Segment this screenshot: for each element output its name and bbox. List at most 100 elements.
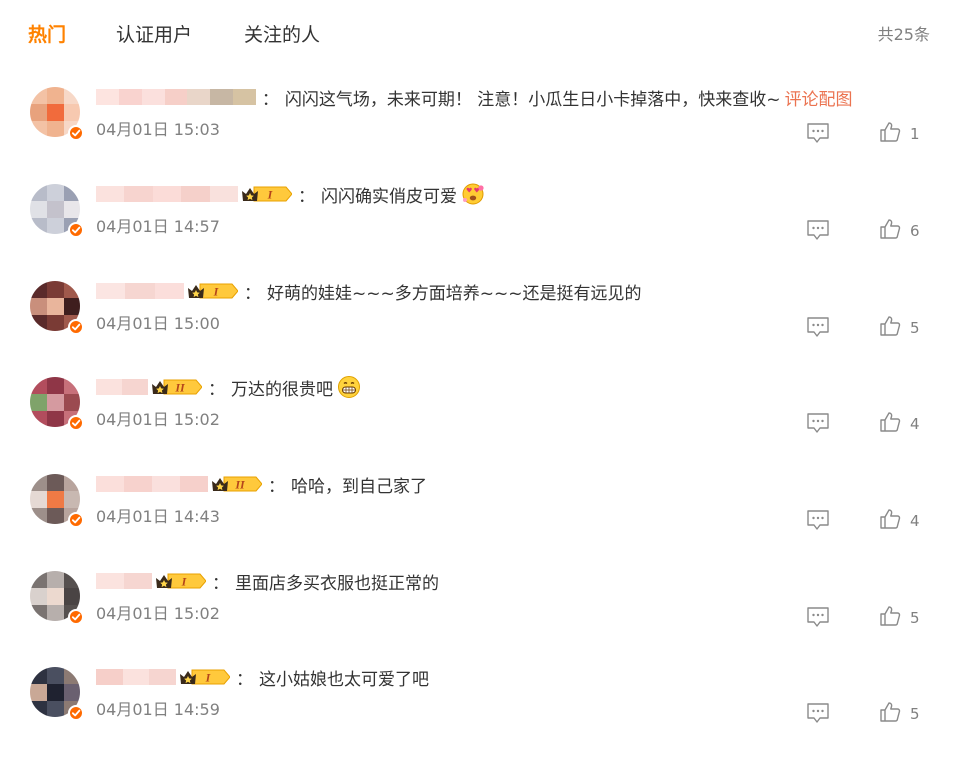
reply-comment-icon[interactable] bbox=[806, 316, 830, 338]
grin-emoji bbox=[337, 375, 361, 399]
colon-separator: ： bbox=[261, 89, 279, 110]
tab-verified-users[interactable]: 认证用户 bbox=[116, 22, 192, 48]
comment-tabs: 热门 认证用户 关注的人 共25条 bbox=[0, 0, 957, 72]
vip-crown-badge-icon[interactable]: II bbox=[150, 377, 202, 397]
like-button[interactable]: 1 bbox=[879, 122, 920, 146]
username-blurred[interactable] bbox=[96, 476, 208, 492]
comment-item: II ： 哈哈，到自己家了 04月01日 14:43 4 bbox=[0, 471, 957, 567]
thumbs-up-icon bbox=[879, 121, 901, 147]
comment-body: II ： 哈哈，到自己家了 bbox=[96, 471, 427, 497]
username-blurred[interactable] bbox=[96, 379, 148, 395]
comment-body: I ： 里面店多买衣服也挺正常的 bbox=[96, 568, 439, 594]
colon-separator: ： bbox=[235, 669, 253, 690]
reply-comment-icon[interactable] bbox=[806, 606, 830, 628]
colon-separator: ： bbox=[268, 476, 285, 497]
colon-separator: ： bbox=[212, 573, 229, 594]
user-avatar[interactable] bbox=[30, 667, 84, 721]
comment-item: II ： 万达的很贵吧 04月01日 15:02 4 bbox=[0, 374, 957, 470]
thumbs-up-icon bbox=[879, 701, 901, 727]
username-blurred[interactable] bbox=[96, 89, 256, 105]
user-avatar[interactable] bbox=[30, 474, 84, 528]
comment-timestamp: 04月01日 15:00 bbox=[96, 314, 220, 333]
comment-text: 万达的很贵吧 bbox=[231, 379, 333, 400]
verified-badge-icon bbox=[68, 125, 84, 141]
like-count: 4 bbox=[910, 512, 920, 530]
comment-text: 哈哈，到自己家了 bbox=[291, 476, 427, 497]
colon-separator: ： bbox=[208, 379, 225, 400]
comment-text: 闪闪这气场，未来可期！ 注意！小瓜生日小卡掉落中，快来查收~ bbox=[284, 89, 781, 110]
comment-timestamp: 04月01日 14:57 bbox=[96, 217, 220, 236]
like-count: 5 bbox=[910, 705, 920, 723]
verified-badge-icon bbox=[68, 609, 84, 625]
heart-eyes-emoji bbox=[461, 182, 485, 206]
user-avatar[interactable] bbox=[30, 87, 84, 141]
like-count: 5 bbox=[910, 609, 920, 627]
comment-text: 好萌的娃娃~~~多方面培养~~~还是挺有远见的 bbox=[266, 283, 642, 304]
like-button[interactable]: 5 bbox=[879, 702, 920, 726]
user-avatar[interactable] bbox=[30, 377, 84, 431]
comment-timestamp: 04月01日 15:02 bbox=[96, 410, 220, 429]
user-avatar[interactable] bbox=[30, 281, 84, 335]
vip-crown-badge-icon[interactable]: I bbox=[240, 184, 292, 204]
thumbs-up-icon bbox=[879, 508, 901, 534]
comment-body: I ：这小姑娘也太可爱了吧 bbox=[96, 664, 429, 690]
thumbs-up-icon bbox=[879, 218, 901, 244]
comment-body: II ： 万达的很贵吧 bbox=[96, 374, 361, 400]
vip-crown-badge-icon[interactable]: I bbox=[186, 281, 238, 301]
reply-comment-icon[interactable] bbox=[806, 122, 830, 144]
reply-comment-icon[interactable] bbox=[806, 412, 830, 434]
like-count: 5 bbox=[910, 319, 920, 337]
tab-hot[interactable]: 热门 bbox=[28, 22, 66, 48]
username-blurred[interactable] bbox=[96, 669, 176, 685]
verified-badge-icon bbox=[68, 222, 84, 238]
like-button[interactable]: 5 bbox=[879, 316, 920, 340]
reply-comment-icon[interactable] bbox=[806, 219, 830, 241]
like-button[interactable]: 5 bbox=[879, 606, 920, 630]
comment-timestamp: 04月01日 14:43 bbox=[96, 507, 220, 526]
comment-item: I ： 里面店多买衣服也挺正常的 04月01日 15:02 5 bbox=[0, 568, 957, 664]
tab-following[interactable]: 关注的人 bbox=[244, 22, 320, 48]
like-button[interactable]: 4 bbox=[879, 412, 920, 436]
verified-badge-icon bbox=[68, 705, 84, 721]
vip-crown-badge-icon[interactable]: II bbox=[210, 474, 262, 494]
like-count: 1 bbox=[910, 125, 920, 143]
comment-body: I ：闪闪确实俏皮可爱 bbox=[96, 181, 485, 207]
like-count: 4 bbox=[910, 415, 920, 433]
reply-comment-icon[interactable] bbox=[806, 509, 830, 531]
comment-total-count: 共25条 bbox=[877, 25, 930, 44]
username-blurred[interactable] bbox=[96, 186, 238, 202]
username-blurred[interactable] bbox=[96, 573, 152, 589]
comment-body: I ：好萌的娃娃~~~多方面培养~~~还是挺有远见的 bbox=[96, 278, 641, 304]
comment-text: 这小姑娘也太可爱了吧 bbox=[258, 669, 429, 690]
comment-text: 里面店多买衣服也挺正常的 bbox=[235, 573, 439, 594]
comment-item: I ：好萌的娃娃~~~多方面培养~~~还是挺有远见的 04月01日 15:00 5 bbox=[0, 278, 957, 374]
comment-item: I ：这小姑娘也太可爱了吧 04月01日 14:59 5 bbox=[0, 664, 957, 760]
thumbs-up-icon bbox=[879, 605, 901, 631]
comment-body: ：闪闪这气场，未来可期！ 注意！小瓜生日小卡掉落中，快来查收~ 评论配图 bbox=[96, 84, 853, 110]
reply-comment-icon[interactable] bbox=[806, 702, 830, 724]
user-avatar[interactable] bbox=[30, 184, 84, 238]
comment-text: 闪闪确实俏皮可爱 bbox=[320, 186, 457, 207]
user-avatar[interactable] bbox=[30, 571, 84, 625]
colon-separator: ： bbox=[243, 283, 261, 304]
like-button[interactable]: 4 bbox=[879, 509, 920, 533]
verified-badge-icon bbox=[68, 415, 84, 431]
vip-crown-badge-icon[interactable]: I bbox=[154, 571, 206, 591]
comment-item: ：闪闪这气场，未来可期！ 注意！小瓜生日小卡掉落中，快来查收~ 评论配图 04月01… bbox=[0, 84, 957, 180]
svg-text:II: II bbox=[234, 478, 246, 492]
verified-badge-icon bbox=[68, 319, 84, 335]
verified-badge-icon bbox=[68, 512, 84, 528]
comment-timestamp: 04月01日 15:03 bbox=[96, 120, 220, 139]
vip-crown-badge-icon[interactable]: I bbox=[178, 667, 230, 687]
like-count: 6 bbox=[910, 222, 920, 240]
svg-text:II: II bbox=[174, 381, 186, 395]
comment-item: I ：闪闪确实俏皮可爱 04月01日 14:57 6 bbox=[0, 181, 957, 277]
thumbs-up-icon bbox=[879, 315, 901, 341]
thumbs-up-icon bbox=[879, 411, 901, 437]
username-blurred[interactable] bbox=[96, 283, 184, 299]
like-button[interactable]: 6 bbox=[879, 219, 920, 243]
colon-separator: ： bbox=[297, 186, 315, 207]
comment-image-link[interactable]: 评论配图 bbox=[785, 85, 853, 110]
comment-timestamp: 04月01日 14:59 bbox=[96, 700, 220, 719]
comment-timestamp: 04月01日 15:02 bbox=[96, 604, 220, 623]
